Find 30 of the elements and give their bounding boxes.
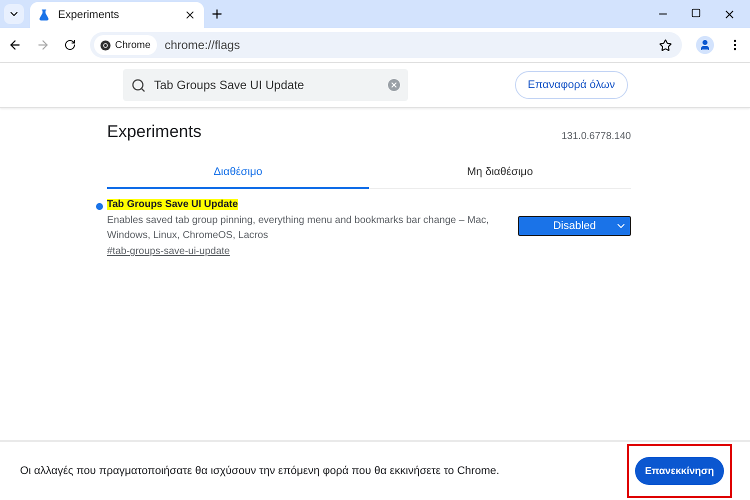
reload-icon[interactable] xyxy=(64,39,76,51)
tab-search-button[interactable] xyxy=(4,4,24,24)
back-icon[interactable] xyxy=(8,38,22,52)
flag-select[interactable]: Disabled xyxy=(518,216,631,236)
page-title: Experiments xyxy=(107,122,202,142)
search-field[interactable]: Tab Groups Save UI Update xyxy=(123,69,408,101)
new-tab-icon[interactable] xyxy=(210,7,224,21)
site-chip[interactable]: Chrome xyxy=(94,35,157,55)
maximize-icon[interactable] xyxy=(691,8,701,18)
address-bar[interactable]: Chrome chrome://flags xyxy=(90,32,682,58)
browser-tab[interactable]: Experiments xyxy=(30,2,204,28)
flag-name: Tab Groups Save UI Update xyxy=(107,199,238,210)
close-icon[interactable] xyxy=(723,8,736,20)
bookmark-star-icon[interactable] xyxy=(659,38,672,52)
restart-message: Οι αλλαγές που πραγματοποιήσατε θα ισχύσουν την επόμενη φορά που θα εκκινήσετε το Chrome. xyxy=(20,465,500,477)
close-icon[interactable] xyxy=(184,9,196,21)
tab[interactable]: Μη διαθέσιμο xyxy=(369,160,631,189)
restart-button[interactable]: Επανεκκίνηση xyxy=(634,457,724,485)
url-text: chrome://flags xyxy=(164,38,241,52)
version-text: 131.0.6778.140 xyxy=(561,131,631,142)
flask-icon xyxy=(38,9,50,21)
reset-all-button[interactable]: Επαναφορά όλων xyxy=(514,71,628,99)
chrome-logo-icon xyxy=(100,40,111,50)
tab[interactable]: Διαθέσιμο xyxy=(107,160,369,189)
clear-icon[interactable] xyxy=(388,79,400,91)
search-icon xyxy=(131,78,146,92)
flag-link[interactable]: #tab-groups-save-ui-update xyxy=(107,246,518,257)
flag-description: Enables saved tab group pinning, everything menu and bookmarks bar change – Mac, Windows, Linux, ChromeOS, Lacros xyxy=(107,214,490,243)
profile-icon[interactable] xyxy=(696,36,714,54)
status-dot xyxy=(96,203,103,210)
